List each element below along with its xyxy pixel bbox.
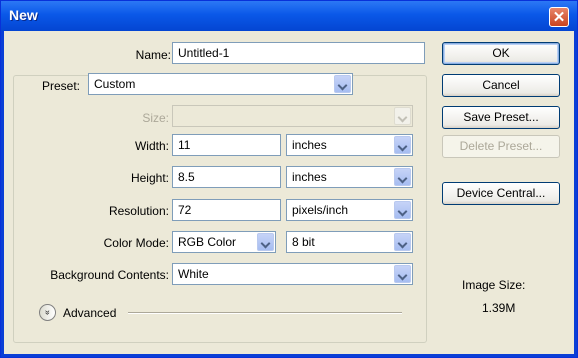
size-select — [172, 105, 413, 127]
background-contents-value: White — [178, 267, 209, 281]
window-title: New — [9, 7, 38, 23]
background-contents-label: Background Contents: — [50, 268, 169, 282]
name-label: Name: — [135, 48, 171, 62]
cancel-button[interactable]: Cancel — [442, 74, 560, 97]
name-field[interactable]: Untitled-1 — [172, 42, 425, 64]
image-size-label: Image Size: — [462, 278, 526, 292]
chevron-down-icon[interactable] — [394, 265, 411, 283]
image-size-value: 1.39M — [482, 301, 516, 315]
color-mode-select[interactable]: RGB Color — [172, 231, 276, 253]
color-mode-label: Color Mode: — [103, 236, 169, 250]
chevron-down-icon[interactable] — [334, 75, 351, 93]
resolution-unit-select[interactable]: pixels/inch — [286, 199, 413, 221]
resolution-unit-value: pixels/inch — [292, 203, 349, 217]
resolution-label: Resolution: — [108, 204, 169, 218]
resolution-field[interactable]: 72 — [172, 199, 281, 221]
device-central-button[interactable]: Device Central... — [442, 182, 560, 205]
close-icon: ✕ — [552, 9, 566, 26]
preset-label: Preset: — [40, 79, 83, 93]
new-document-dialog: New ✕ Name: Untitled-1 Preset: Custom Si… — [0, 0, 578, 358]
title-bar[interactable]: New ✕ — [1, 1, 577, 31]
width-field[interactable]: 11 — [172, 134, 281, 156]
preset-select[interactable]: Custom — [88, 73, 353, 95]
chevron-down-icon[interactable] — [394, 233, 411, 251]
chevron-double-down-icon[interactable]: » — [39, 304, 56, 321]
height-field[interactable]: 8.5 — [172, 166, 281, 188]
close-button[interactable]: ✕ — [549, 7, 569, 27]
chevron-down-icon[interactable] — [394, 168, 411, 186]
color-mode-value: RGB Color — [178, 235, 237, 249]
width-label: Width: — [134, 139, 169, 153]
delete-preset-button: Delete Preset... — [442, 135, 560, 158]
dialog-body: Name: Untitled-1 Preset: Custom Size: Wi… — [4, 31, 574, 354]
ok-button[interactable]: OK — [442, 42, 560, 65]
height-unit-select[interactable]: inches — [286, 166, 413, 188]
size-label: Size: — [142, 111, 169, 125]
chevron-down-icon[interactable] — [394, 136, 411, 154]
height-label: Height: — [130, 171, 169, 185]
height-unit-value: inches — [292, 170, 327, 184]
chevron-down-icon[interactable] — [394, 201, 411, 219]
bit-depth-value: 8 bit — [292, 235, 315, 249]
chevron-down-icon[interactable] — [257, 233, 274, 251]
width-unit-value: inches — [292, 138, 327, 152]
width-unit-select[interactable]: inches — [286, 134, 413, 156]
advanced-toggle-label[interactable]: Advanced — [63, 306, 116, 320]
preset-value: Custom — [94, 77, 136, 91]
background-contents-select[interactable]: White — [172, 263, 413, 285]
save-preset-button[interactable]: Save Preset... — [442, 106, 560, 129]
bit-depth-select[interactable]: 8 bit — [286, 231, 413, 253]
advanced-divider — [128, 312, 402, 314]
chevron-down-icon — [394, 107, 411, 125]
